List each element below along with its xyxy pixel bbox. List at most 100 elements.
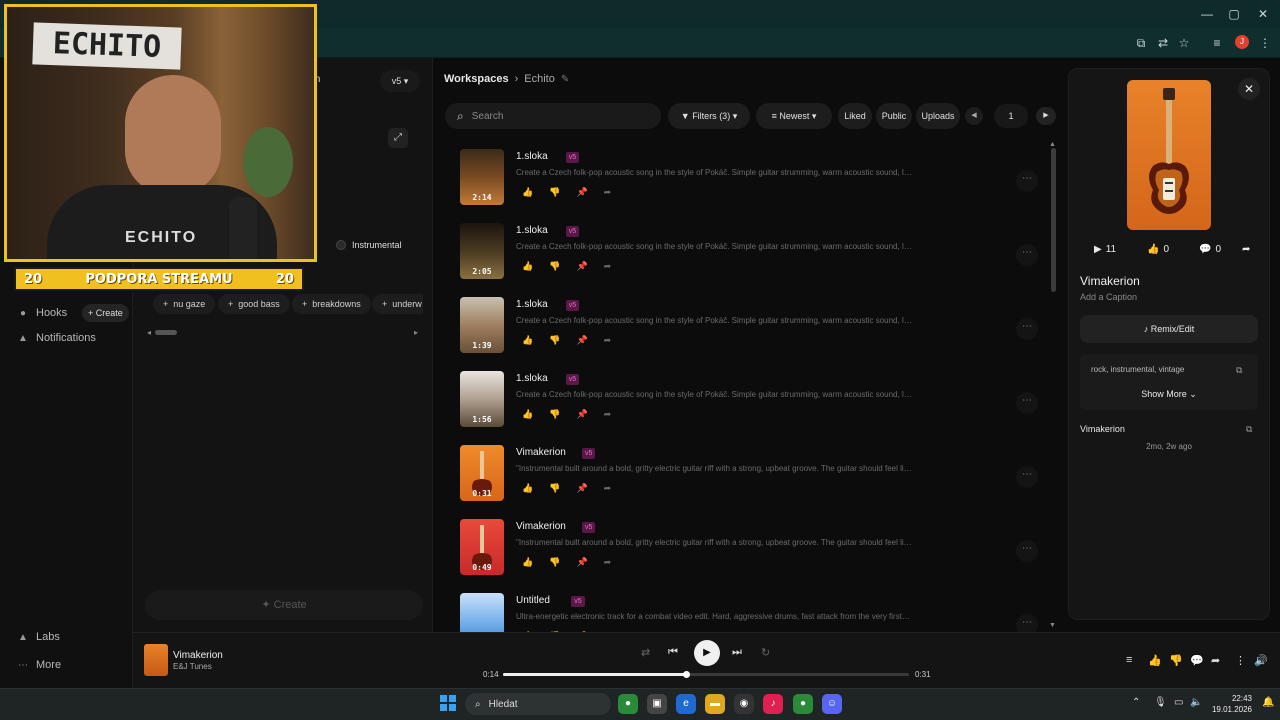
song-title[interactable]: Vimakerion [516, 447, 566, 458]
pin-icon[interactable]: 📌 [576, 409, 587, 420]
thumbs-down-icon[interactable]: 👎 [549, 409, 560, 420]
song-row[interactable]: 2:05 1.sloka v5 Create a Czech folk-pop … [460, 222, 1050, 288]
thumbs-up-icon[interactable]: 👍 [522, 557, 533, 568]
discord-app-icon[interactable]: ☺ [822, 694, 842, 714]
next-page-icon[interactable]: ▶ [1036, 107, 1056, 125]
share-icon[interactable]: ➦ [604, 187, 612, 198]
caption-field[interactable]: Add a Caption [1080, 292, 1137, 302]
share-icon[interactable]: ➦ [604, 557, 612, 568]
song-row[interactable]: 2:14 1.sloka v5 Create a Czech folk-pop … [460, 148, 1050, 214]
shuffle-icon[interactable]: ⇄ [641, 646, 650, 659]
filter-public-button[interactable]: Public [876, 103, 912, 129]
sidebar-item-notifications[interactable]: ▲ Notifications [18, 332, 96, 344]
previous-icon[interactable]: ⏮ [668, 646, 678, 659]
song-title[interactable]: 1.sloka [516, 299, 548, 310]
song-thumbnail[interactable]: 1:56 [460, 371, 504, 427]
plays-stat[interactable]: ▶ 11 [1094, 244, 1116, 255]
expand-icon[interactable]: ⤢ [388, 128, 408, 148]
show-more-button[interactable]: Show More ⌄ [1080, 389, 1258, 400]
style-tag-chip[interactable]: + breakdowns [292, 294, 371, 314]
scroll-right-icon[interactable]: ▸ [414, 328, 418, 337]
search-input[interactable] [471, 110, 642, 122]
install-app-icon[interactable]: ⧉ [1132, 34, 1150, 52]
tags-scrollbar[interactable] [155, 330, 177, 335]
song-thumbnail[interactable]: 1:39 [460, 297, 504, 353]
comment-icon[interactable]: 💬 [1190, 654, 1204, 667]
sidebar-item-labs[interactable]: ▲ Labs [18, 631, 60, 643]
progress-knob[interactable] [682, 671, 690, 678]
copy-icon[interactable]: ⧉ [1236, 365, 1242, 376]
thumbs-down-icon[interactable]: 👎 [549, 187, 560, 198]
close-icon[interactable]: ✕ [1238, 78, 1260, 100]
version-select[interactable]: v5 ▾ [380, 70, 420, 92]
filters-button[interactable]: ▼ Filters (3) ▾ [668, 103, 750, 129]
progress-slider[interactable] [503, 671, 909, 678]
share-icon[interactable]: ➦ [604, 335, 612, 346]
translate-icon[interactable]: ⇄ [1154, 34, 1172, 52]
volume-tray-icon[interactable]: 🔈 [1190, 697, 1202, 708]
sidebar-item-hooks[interactable]: ● Hooks [18, 307, 67, 319]
create-button[interactable]: ✦ Create [145, 590, 423, 620]
song-title[interactable]: 1.sloka [516, 151, 548, 162]
sidebar-item-more[interactable]: ⋯ More [18, 659, 61, 671]
chrome-active-app-icon[interactable]: ● [793, 694, 813, 714]
repeat-icon[interactable]: ↻ [761, 646, 770, 659]
likes-stat[interactable]: 👍 0 [1147, 244, 1169, 255]
share-icon[interactable]: ➦ [604, 483, 612, 494]
pin-icon[interactable]: 📌 [576, 483, 587, 494]
pin-icon[interactable]: 📌 [576, 261, 587, 272]
style-tag-chip[interactable]: + good bass [218, 294, 290, 314]
explorer-app-icon[interactable]: ▬ [705, 694, 725, 714]
thumbs-up-icon[interactable]: 👍 [522, 261, 533, 272]
tiktok-app-icon[interactable]: ♪ [763, 694, 783, 714]
more-options-icon[interactable]: ⋯ [1016, 170, 1038, 192]
sort-button[interactable]: ≡ Newest ▾ [756, 103, 832, 129]
pin-icon[interactable]: 📌 [576, 557, 587, 568]
pencil-icon[interactable]: ✎ [561, 74, 569, 85]
comments-stat[interactable]: 💬 0 [1199, 244, 1221, 255]
list-scrollbar[interactable] [1051, 148, 1056, 292]
obs-app-icon[interactable]: ◉ [734, 694, 754, 714]
scroll-down-icon[interactable]: ▼ [1049, 622, 1056, 629]
next-icon[interactable]: ⏭ [732, 646, 742, 659]
taskbar-clock[interactable]: 22:43 19.01.2026 [1210, 693, 1252, 715]
more-options-icon[interactable]: ⋯ [1016, 466, 1038, 488]
filter-uploads-button[interactable]: Uploads [916, 103, 960, 129]
song-row[interactable]: Untitled v5 Ultra-energetic electronic t… [460, 592, 1050, 632]
song-title[interactable]: 1.sloka [516, 225, 548, 236]
thumbs-up-icon[interactable]: 👍 [522, 187, 533, 198]
profile-avatar[interactable]: J [1235, 35, 1249, 49]
scroll-up-icon[interactable]: ▲ [1049, 141, 1056, 148]
more-options-icon[interactable]: ⋮ [1235, 654, 1246, 667]
close-window-icon[interactable]: ✕ [1254, 6, 1272, 22]
minimize-icon[interactable]: — [1198, 6, 1216, 22]
more-options-icon[interactable]: ⋯ [1016, 392, 1038, 414]
thumbs-down-icon[interactable]: 👎 [549, 335, 560, 346]
song-thumbnail[interactable]: 0:31 [460, 445, 504, 501]
share-icon[interactable]: ➦ [1242, 244, 1250, 255]
edge-app-icon[interactable]: e [676, 694, 696, 714]
thumbs-up-icon[interactable]: 👍 [522, 335, 533, 346]
create-hook-button[interactable]: + Create [82, 304, 129, 322]
reading-list-icon[interactable]: ≡ [1208, 34, 1226, 52]
more-options-icon[interactable]: ⋯ [1016, 540, 1038, 562]
queue-icon[interactable]: ≡ [1126, 654, 1132, 666]
song-row[interactable]: 1:56 1.sloka v5 Create a Czech folk-pop … [460, 370, 1050, 436]
remix-edit-button[interactable]: ♪ Remix/Edit [1080, 315, 1258, 343]
scroll-left-icon[interactable]: ◂ [147, 328, 151, 337]
maximize-icon[interactable]: ▢ [1225, 6, 1243, 22]
thumbs-down-icon[interactable]: 👎 [549, 483, 560, 494]
song-row[interactable]: 1:39 1.sloka v5 Create a Czech folk-pop … [460, 296, 1050, 362]
share-icon[interactable]: ➦ [604, 409, 612, 420]
taskbar-search[interactable]: ⌕ Hledat [465, 693, 611, 715]
chrome-app-icon[interactable]: ● [618, 694, 638, 714]
detail-artist[interactable]: Vimakerion [1080, 424, 1125, 434]
more-options-icon[interactable]: ⋯ [1016, 244, 1038, 266]
bookmark-star-icon[interactable]: ☆ [1175, 34, 1193, 52]
thumbs-down-icon[interactable]: 👎 [549, 557, 560, 568]
song-row[interactable]: 0:49 Vimakerion v5 "Instrumental built a… [460, 518, 1050, 584]
thumbs-up-icon[interactable]: 👍 [522, 409, 533, 420]
thumbs-up-icon[interactable]: 👍 [522, 483, 533, 494]
pin-icon[interactable]: 📌 [576, 335, 587, 346]
song-thumbnail[interactable] [460, 593, 504, 632]
